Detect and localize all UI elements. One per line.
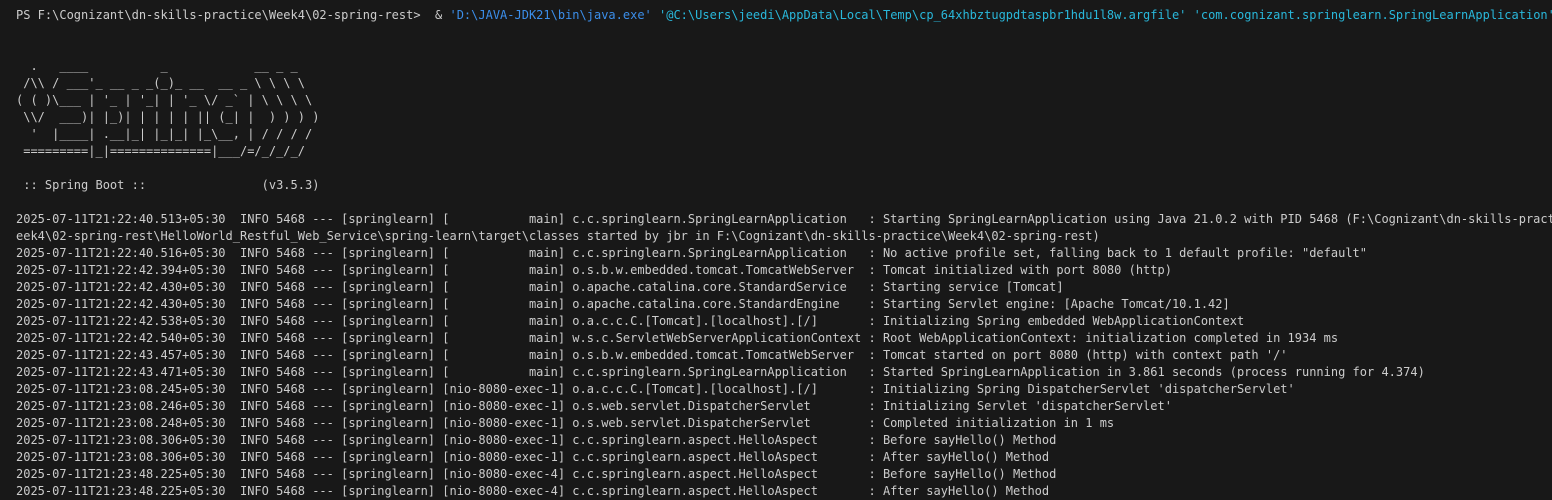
log-line-continuation: eek4\02-spring-rest\HelloWorld_Restful_W… (16, 229, 1100, 243)
log-output: 2025-07-11T21:22:40.513+05:30 INFO 5468 … (16, 211, 1552, 500)
banner-line: \\/ ___)| |_)| | | | | || (_| | ) ) ) ) (16, 110, 320, 124)
spring-banner: . ____ _ __ _ _ /\\ / ___'_ __ _ _(_)_ _… (16, 58, 1552, 160)
log-line: 2025-07-11T21:23:48.225+05:30 INFO 5468 … (16, 484, 1050, 498)
log-line: 2025-07-11T21:22:43.457+05:30 INFO 5468 … (16, 348, 1288, 362)
banner-line: ' |____| .__|_| |_|_| |_\__, | / / / / (16, 127, 313, 141)
banner-line: . ____ _ __ _ _ (16, 59, 298, 73)
log-line: 2025-07-11T21:22:40.513+05:30 INFO 5468 … (16, 212, 1552, 226)
prompt-prefix: PS F:\Cognizant\dn-skills-practice\Week4… (16, 8, 450, 22)
log-line: 2025-07-11T21:23:08.245+05:30 INFO 5468 … (16, 382, 1295, 396)
banner-line: =========|_|==============|___/=/_/_/_/ (16, 144, 305, 158)
argfile-path: '@C:\Users\jeedi\AppData\Local\Temp\cp_6… (651, 8, 1187, 22)
command-line: PS F:\Cognizant\dn-skills-practice\Week4… (16, 7, 1552, 24)
main-class: 'com.cognizant.springlearn.SpringLearnAp… (1186, 8, 1552, 22)
log-line: 2025-07-11T21:23:08.306+05:30 INFO 5468 … (16, 450, 1050, 464)
banner-line: ( ( )\___ | '_ | '_| | '_ \/ _` | \ \ \ … (16, 93, 313, 107)
log-line: 2025-07-11T21:22:40.516+05:30 INFO 5468 … (16, 246, 1368, 260)
banner-line: /\\ / ___'_ __ _ _(_)_ __ __ _ \ \ \ \ (16, 76, 305, 90)
log-line: 2025-07-11T21:23:48.225+05:30 INFO 5468 … (16, 467, 1057, 481)
java-path: 'D:\JAVA-JDK21\bin\java.exe' (449, 8, 652, 22)
log-line: 2025-07-11T21:22:42.540+05:30 INFO 5468 … (16, 331, 1339, 345)
log-line: 2025-07-11T21:23:08.306+05:30 INFO 5468 … (16, 433, 1057, 447)
log-line: 2025-07-11T21:22:42.538+05:30 INFO 5468 … (16, 314, 1245, 328)
spring-boot-version: :: Spring Boot :: (v3.5.3) (16, 178, 320, 192)
log-line: 2025-07-11T21:23:08.248+05:30 INFO 5468 … (16, 416, 1115, 430)
log-line: 2025-07-11T21:22:42.430+05:30 INFO 5468 … (16, 280, 1064, 294)
log-line: 2025-07-11T21:22:43.471+05:30 INFO 5468 … (16, 365, 1425, 379)
terminal-output[interactable]: PS F:\Cognizant\dn-skills-practice\Week4… (0, 0, 1552, 498)
log-line: 2025-07-11T21:22:42.430+05:30 INFO 5468 … (16, 297, 1230, 311)
log-line: 2025-07-11T21:22:42.394+05:30 INFO 5468 … (16, 263, 1172, 277)
log-line: 2025-07-11T21:23:08.246+05:30 INFO 5468 … (16, 399, 1172, 413)
